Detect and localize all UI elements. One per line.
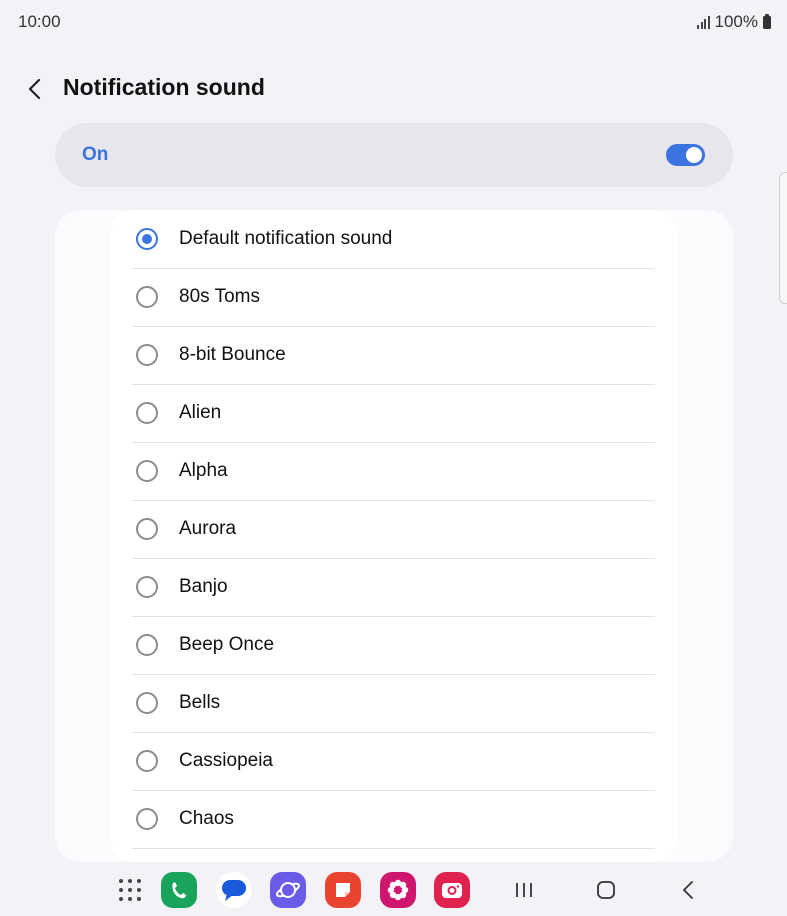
gallery-app-icon[interactable] [380, 872, 416, 908]
phone-glyph-icon [172, 882, 186, 899]
sound-option-label: Alien [179, 402, 222, 423]
back-button[interactable] [20, 74, 50, 104]
chevron-left-icon [28, 78, 41, 100]
messages-app-icon[interactable] [216, 872, 252, 908]
sound-option[interactable]: Chaos [110, 790, 678, 848]
home-button[interactable] [591, 876, 621, 904]
radio-button[interactable] [136, 518, 158, 540]
nav-back-button[interactable] [673, 876, 703, 904]
radio-button[interactable] [136, 808, 158, 830]
battery-icon [763, 13, 771, 29]
sound-option[interactable]: Cassiopeia [110, 732, 678, 790]
status-indicators: 100% [697, 12, 771, 32]
signal-icon [697, 15, 710, 29]
sound-option[interactable]: Alpha [110, 442, 678, 500]
phone-app-icon[interactable] [161, 872, 197, 908]
sound-option-label: Aurora [179, 518, 237, 539]
divider [132, 848, 655, 849]
sound-option[interactable]: 80s Toms [110, 268, 678, 326]
flower-icon [387, 879, 409, 901]
sound-option-label: 80s Toms [179, 286, 260, 307]
master-switch-row[interactable]: On [55, 123, 733, 187]
back-icon [683, 881, 693, 899]
page-title: Notification sound [63, 74, 265, 100]
radio-button[interactable] [136, 634, 158, 656]
sound-option-label: Default notification sound [179, 228, 393, 249]
toggle-knob [686, 147, 702, 163]
header: Notification sound [0, 62, 787, 114]
sound-option-label: Banjo [179, 576, 228, 597]
sound-list: Default notification sound 80s Toms 8-bit … [110, 210, 678, 862]
camera-glyph-icon [442, 883, 462, 898]
sound-option[interactable]: Alien [110, 384, 678, 442]
recents-icon [516, 883, 532, 897]
note-icon [336, 883, 350, 897]
sound-option-label: 8-bit Bounce [179, 344, 286, 365]
sound-option[interactable]: Default notification sound [110, 210, 678, 268]
chat-bubble-icon [222, 880, 246, 901]
radio-button-selected[interactable] [136, 228, 158, 250]
internet-app-icon[interactable] [270, 872, 306, 908]
radio-button[interactable] [136, 344, 158, 366]
sound-option[interactable]: Banjo [110, 558, 678, 616]
sound-option[interactable]: Beep Once [110, 616, 678, 674]
sound-option-label: Chaos [179, 808, 234, 829]
radio-button[interactable] [136, 402, 158, 424]
sound-option-label: Bells [179, 692, 221, 713]
sound-option-label: Beep Once [179, 634, 275, 655]
battery-percentage: 100% [714, 12, 758, 31]
master-switch-toggle[interactable] [666, 144, 705, 166]
sound-option[interactable]: 8-bit Bounce [110, 326, 678, 384]
sound-option[interactable]: Bells [110, 674, 678, 732]
master-switch-label: On [82, 144, 109, 165]
sound-option-label: Alpha [179, 460, 228, 481]
status-time: 10:00 [18, 12, 61, 31]
sound-option-label: Cassiopeia [179, 750, 273, 771]
apps-grid-icon[interactable] [117, 877, 143, 903]
camera-app-icon[interactable] [434, 872, 470, 908]
status-bar: 10:00 100% [0, 0, 787, 44]
home-icon [597, 881, 615, 899]
radio-button[interactable] [136, 460, 158, 482]
recents-button[interactable] [509, 876, 539, 904]
notes-app-icon[interactable] [325, 872, 361, 908]
radio-button[interactable] [136, 750, 158, 772]
radio-button[interactable] [136, 286, 158, 308]
scroll-handle[interactable] [779, 172, 787, 304]
sound-option[interactable]: Aurora [110, 500, 678, 558]
planet-icon [275, 882, 301, 898]
radio-button[interactable] [136, 576, 158, 598]
radio-button[interactable] [136, 692, 158, 714]
navigation-bar [0, 862, 787, 916]
